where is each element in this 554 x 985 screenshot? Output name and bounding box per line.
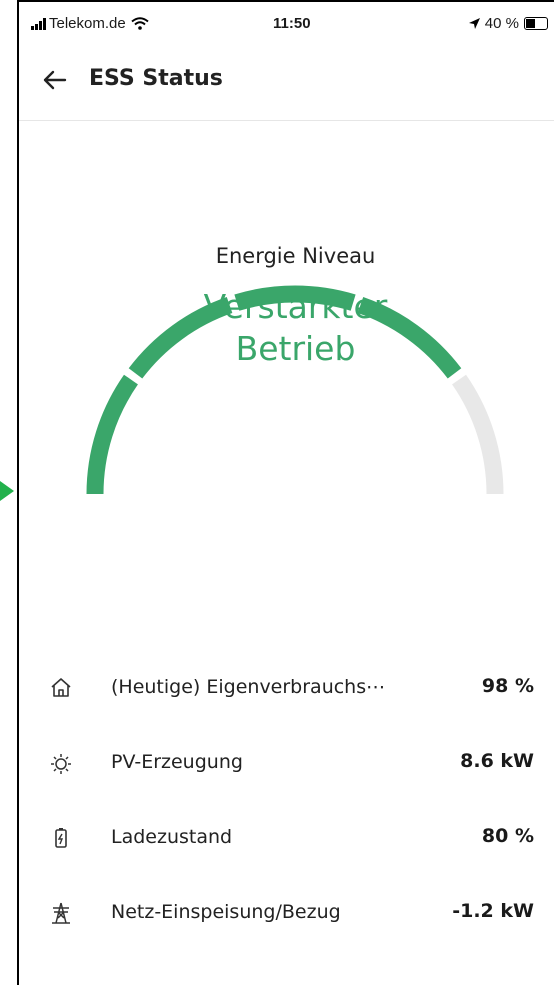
- stat-value: 80 %: [481, 825, 534, 847]
- stat-row-grid: Netz-Einspeisung/Bezug -1.2 kW: [19, 877, 554, 952]
- back-button[interactable]: [39, 64, 71, 96]
- app-header: ESS Status: [19, 50, 554, 121]
- stat-label: Ladezustand: [111, 826, 233, 848]
- gauge-segment: [451, 374, 504, 495]
- signal-icon: [31, 17, 46, 30]
- gauge-value: Verstärkter Betrieb: [19, 286, 554, 370]
- battery-icon: [55, 828, 67, 848]
- sun-icon: [51, 754, 71, 774]
- page-title: ESS Status: [89, 66, 223, 91]
- stat-row-self-consumption: (Heutige) Eigenverbrauchs⋯ 98 %: [19, 652, 554, 727]
- battery-status-icon: [524, 17, 548, 30]
- stat-label: PV-Erzeugung: [111, 751, 243, 773]
- phone-screen: Telekom.de 11:50 40 % ESS Status Energie…: [17, 0, 554, 985]
- stat-row-charge-state: Ladezustand 80 %: [19, 802, 554, 877]
- battery-percent: 40 %: [484, 15, 519, 32]
- status-bar: Telekom.de 11:50 40 %: [19, 2, 554, 42]
- stat-value: 98 %: [481, 675, 534, 697]
- gauge-value-line1: Verstärkter: [203, 287, 388, 326]
- stat-value: -1.2 kW: [452, 900, 534, 922]
- power-tower-icon: [52, 902, 70, 924]
- stat-label: (Heutige) Eigenverbrauchs⋯: [111, 676, 386, 698]
- carrier-name: Telekom.de: [49, 15, 126, 32]
- wifi-icon: [131, 17, 149, 30]
- carrier-info: Telekom.de: [31, 15, 149, 32]
- battery-info: 40 %: [468, 15, 548, 32]
- green-marker-arrow: [0, 481, 14, 501]
- stat-label: Netz-Einspeisung/Bezug: [111, 901, 341, 923]
- gauge-label: Energie Niveau: [215, 244, 376, 268]
- house-icon: [51, 678, 71, 697]
- stat-value: 8.6 kW: [460, 750, 534, 772]
- stats-list: (Heutige) Eigenverbrauchs⋯ 98 % PV-Erzeu…: [19, 652, 554, 952]
- location-arrow-icon: [468, 18, 480, 29]
- clock: 11:50: [273, 15, 311, 32]
- gauge-segment: [86, 374, 139, 495]
- back-arrow-icon: [43, 70, 67, 90]
- gauge-value-line2: Betrieb: [235, 329, 356, 368]
- stat-row-pv-generation: PV-Erzeugung 8.6 kW: [19, 727, 554, 802]
